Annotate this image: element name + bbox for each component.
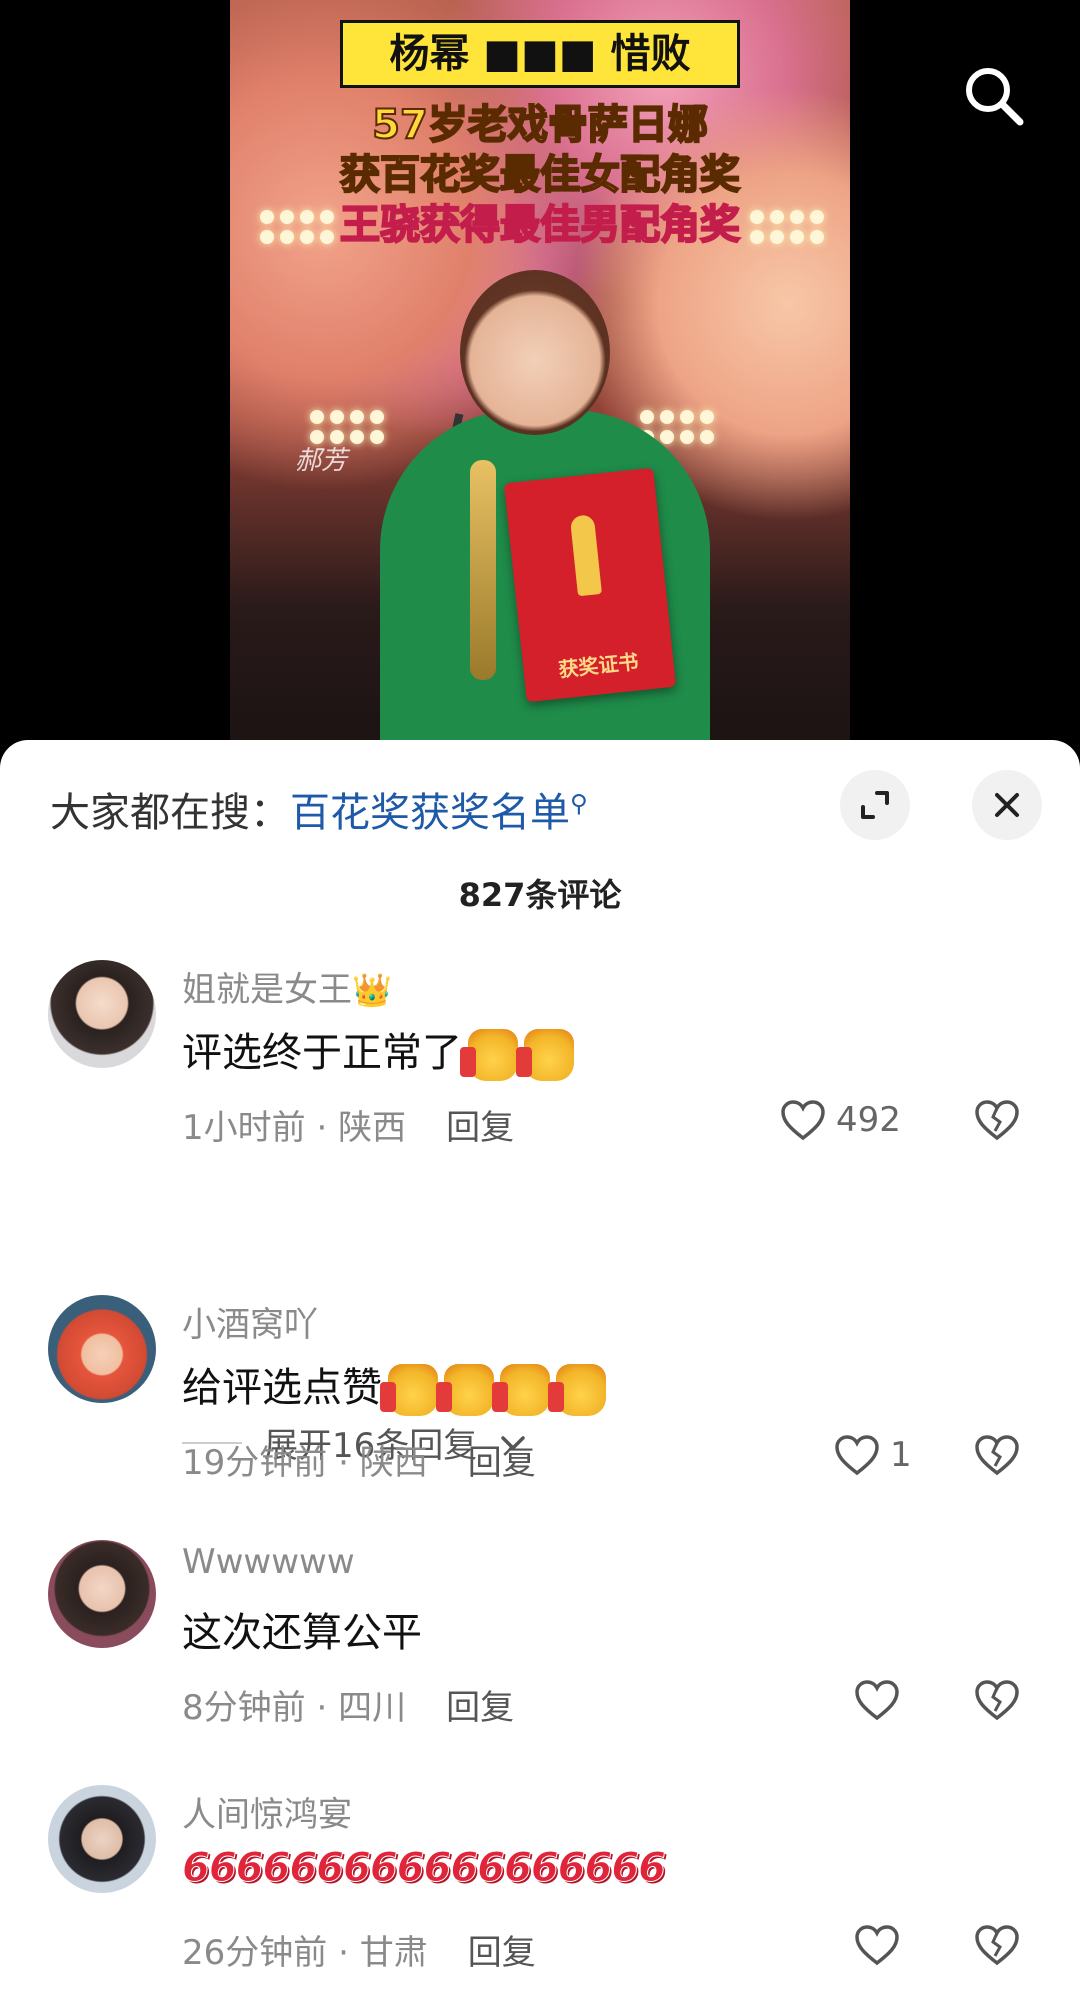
- avatar[interactable]: [48, 960, 156, 1068]
- comment-sheet: 大家都在搜：百花奖获奖名单⚲ 827条评论 姐就是女王👑 评选终于正常了 1小时…: [0, 740, 1080, 2008]
- like-button[interactable]: 492: [780, 1090, 901, 1150]
- comment-username[interactable]: Wwwwww: [182, 1542, 355, 1582]
- like-button[interactable]: [854, 1915, 900, 1975]
- avatar[interactable]: [48, 1785, 156, 1893]
- comment-text: 评选终于正常了: [182, 1020, 574, 1081]
- username-text: 姐就是女王: [182, 970, 352, 1010]
- comment-meta: 26分钟前 · 甘肃 回复: [182, 1933, 536, 1973]
- video-player[interactable]: 获奖证书 郝芳 杨幂 ■■■ 惜败 57岁老戏骨萨日娜 获百花奖最佳女配角奖 王…: [0, 0, 1080, 760]
- thumbs-up-icon: [460, 1029, 518, 1081]
- comment-item: 小酒窝吖 给评选点赞 19分钟前 · 陕西 回复 1: [0, 1295, 1080, 1495]
- comment-location: 陕西: [338, 1108, 407, 1148]
- comment-meta: 19分钟前 · 陕西 回复: [182, 1443, 536, 1483]
- comment-username[interactable]: 小酒窝吖: [182, 1297, 318, 1346]
- comment-item: 姐就是女王👑 评选终于正常了 1小时前 · 陕西 回复 492 展开16条回复: [0, 960, 1080, 1466]
- broken-heart-icon: [975, 1435, 1019, 1476]
- thumbs-up-icon: [492, 1364, 550, 1416]
- avatar[interactable]: [48, 1295, 156, 1403]
- video-watermark: 郝芳: [295, 446, 348, 476]
- search-suggestion-prefix: 大家都在搜：: [50, 790, 290, 836]
- reply-button[interactable]: 回复: [468, 1443, 536, 1483]
- comment-location: 四川: [338, 1688, 407, 1728]
- comment-meta: 1小时前 · 陕西 回复: [182, 1108, 515, 1148]
- comment-username[interactable]: 姐就是女王👑: [182, 962, 392, 1011]
- thumbs-up-icon: [380, 1364, 438, 1416]
- award-certificate: 获奖证书: [503, 467, 677, 703]
- search-button[interactable]: [960, 62, 1028, 130]
- broken-heart-icon: [975, 1680, 1019, 1721]
- crown-icon: 👑: [352, 971, 392, 1009]
- comment-item: 人间惊鸿宴 666666666666666666 26分钟前 · 甘肃 回复: [0, 1785, 1080, 1985]
- dislike-button[interactable]: [974, 1425, 1026, 1485]
- comment-time: 26分钟前: [182, 1933, 328, 1973]
- reply-button[interactable]: 回复: [446, 1108, 514, 1148]
- close-button[interactable]: [972, 770, 1042, 840]
- certificate-text: 获奖证书: [557, 649, 640, 682]
- search-suggestion[interactable]: 大家都在搜：百花奖获奖名单⚲: [50, 780, 588, 838]
- search-small-icon: ⚲: [570, 789, 588, 818]
- heart-icon: [835, 1435, 879, 1476]
- thumbs-up-icon: [516, 1029, 574, 1081]
- video-frame[interactable]: 获奖证书 郝芳 杨幂 ■■■ 惜败 57岁老戏骨萨日娜 获百花奖最佳女配角奖 王…: [230, 0, 850, 760]
- thumbs-up-icon: [548, 1364, 606, 1416]
- comment-time: 19分钟前: [182, 1443, 328, 1483]
- dislike-button[interactable]: [974, 1090, 1026, 1150]
- comment-username[interactable]: 人间惊鸿宴: [182, 1787, 352, 1836]
- like-button[interactable]: [854, 1670, 900, 1730]
- comment-meta: 8分钟前 · 四川 回复: [182, 1688, 515, 1728]
- search-icon: [966, 68, 1024, 126]
- heart-icon: [855, 1680, 899, 1721]
- thumbs-up-icon: [436, 1364, 494, 1416]
- avatar[interactable]: [48, 1540, 156, 1648]
- reply-button[interactable]: 回复: [468, 1933, 536, 1973]
- comment-count: 827条评论: [458, 876, 622, 914]
- reply-button[interactable]: 回复: [446, 1688, 514, 1728]
- search-suggestion-query[interactable]: 百花奖获奖名单: [290, 790, 570, 836]
- comment-location: 陕西: [359, 1443, 428, 1483]
- trophy-emblem: [569, 514, 602, 597]
- expand-icon: [861, 791, 889, 819]
- stage-lights: [310, 410, 384, 444]
- comment-text: 给评选点赞: [182, 1355, 606, 1416]
- comment-text: 666666666666666666: [182, 1845, 667, 1892]
- expand-button[interactable]: [840, 770, 910, 840]
- comment-time: 8分钟前: [182, 1688, 306, 1728]
- broken-heart-icon: [975, 1100, 1019, 1141]
- like-count: 1: [890, 1435, 912, 1475]
- video-headline-top: 杨幂 ■■■ 惜败: [340, 20, 740, 88]
- video-headline-line3: 王骁获得最佳男配角奖: [339, 201, 741, 249]
- heart-icon: [781, 1100, 825, 1141]
- close-icon: [995, 793, 1019, 817]
- comment-item: Wwwwww 这次还算公平 8分钟前 · 四川 回复: [0, 1540, 1080, 1740]
- trophy: [470, 460, 496, 680]
- dislike-button[interactable]: [974, 1915, 1026, 1975]
- like-button[interactable]: 1: [834, 1425, 912, 1485]
- comment-text-content: 评选终于正常了: [182, 1030, 462, 1076]
- comment-location: 甘肃: [359, 1933, 428, 1973]
- broken-heart-icon: [975, 1925, 1019, 1966]
- like-count: 492: [836, 1100, 901, 1140]
- comment-text-content: 给评选点赞: [182, 1365, 382, 1411]
- comment-time: 1小时前: [182, 1108, 306, 1148]
- comment-text: 这次还算公平: [182, 1610, 422, 1656]
- dislike-button[interactable]: [974, 1670, 1026, 1730]
- person-head: [460, 270, 610, 435]
- heart-icon: [855, 1925, 899, 1966]
